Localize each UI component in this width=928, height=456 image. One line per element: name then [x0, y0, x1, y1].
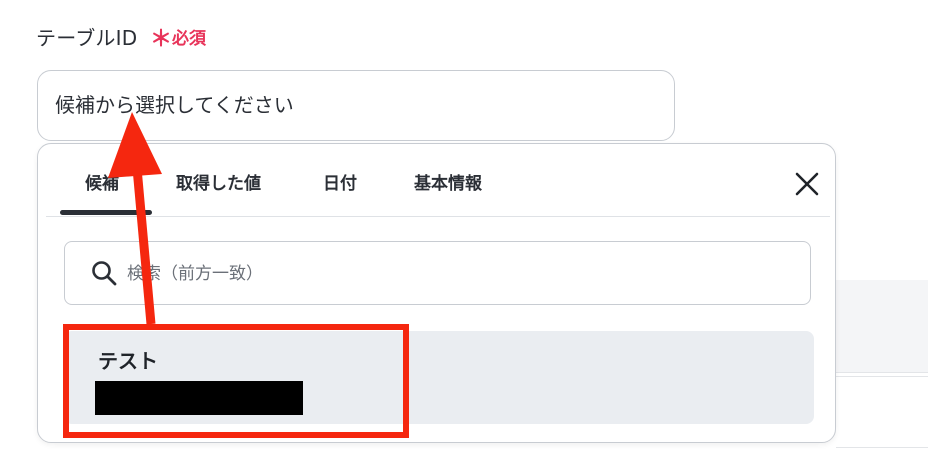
background-row [836, 280, 928, 373]
tab-candidates[interactable]: 候補 [85, 172, 119, 196]
search-input[interactable] [125, 242, 789, 306]
search-field[interactable] [64, 241, 811, 306]
close-button[interactable] [793, 170, 821, 198]
tab-acquired-values[interactable]: 取得した値 [176, 172, 261, 196]
tab-basic-info[interactable]: 基本情報 [414, 172, 482, 196]
required-asterisk: ＊ [150, 27, 173, 52]
annotation-highlight-box [63, 324, 409, 438]
close-icon [795, 172, 819, 196]
field-label: テーブルID [36, 26, 138, 50]
tab-date[interactable]: 日付 [323, 172, 357, 196]
dropdown-tabs: 候補 取得した値 日付 基本情報 [46, 144, 830, 217]
search-icon [92, 261, 117, 286]
page: テーブルID ＊ 必須 候補から選択してください 候補 取得した値 日付 基本情… [0, 0, 928, 456]
required-label: 必須 [172, 29, 206, 49]
table-id-select[interactable]: 候補から選択してください [37, 70, 675, 141]
background-row [836, 376, 928, 448]
select-placeholder: 候補から選択してください [55, 93, 294, 117]
active-tab-indicator [60, 210, 152, 215]
